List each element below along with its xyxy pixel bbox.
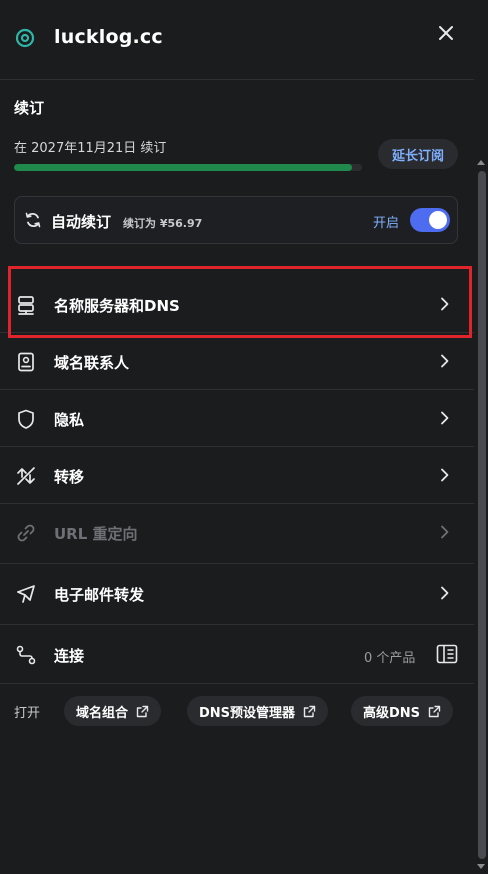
menu-item-label: 转移 [54, 468, 85, 486]
scrollbar-thumb[interactable] [478, 171, 486, 859]
server-icon [18, 296, 34, 315]
renewal-progress-fill [14, 164, 352, 171]
chip-label: DNS预设管理器 [199, 705, 296, 721]
shield-icon [18, 409, 34, 429]
site-title: lucklog.cc [54, 26, 163, 48]
side-panel-icon[interactable] [436, 644, 458, 664]
target-ring-icon [15, 28, 35, 48]
contact-book-icon [18, 352, 34, 372]
scroll-up-arrow-icon[interactable] [477, 160, 485, 165]
auto-renew-price: 续订为 ¥56.97 [123, 217, 203, 230]
renewal-date: 在 2027年11月21日 续订 [14, 141, 167, 156]
connected-products-count: 0 个产品 [364, 651, 416, 666]
auto-renew-label: 自动续订 [51, 213, 112, 231]
auto-renew-icon [25, 212, 41, 228]
menu-item-nameservers-dns[interactable]: 名称服务器和DNS [0, 276, 474, 333]
chevron-right-icon [441, 586, 449, 600]
auto-renew-toggle[interactable] [410, 208, 450, 232]
transfer-arrows-icon [17, 467, 35, 485]
open-links-label: 打开 [14, 706, 41, 721]
extend-subscription-button[interactable]: 延长订阅 [378, 139, 458, 169]
chip-label: 域名组合 [76, 705, 129, 721]
connect-icon [16, 645, 36, 665]
external-link-icon [428, 705, 441, 717]
menu-item-connect[interactable]: 连接 0 个产品 [0, 626, 474, 684]
menu-item-label: 域名联系人 [54, 354, 130, 372]
auto-renew-state: 开启 [373, 216, 400, 231]
menu-item-domain-contacts[interactable]: 域名联系人 [0, 333, 474, 390]
toggle-knob [429, 211, 447, 229]
menu-item-privacy[interactable]: 隐私 [0, 390, 474, 447]
chevron-right-icon [441, 468, 449, 482]
menu-item-label: 电子邮件转发 [54, 586, 145, 604]
renewal-section-title: 续订 [14, 99, 45, 117]
renewal-progress-bar [14, 164, 362, 171]
menu-item-url-redirect[interactable]: URL 重定向 [0, 504, 474, 564]
close-icon[interactable] [436, 23, 456, 43]
email-forward-icon [17, 585, 35, 603]
domain-portfolio-link[interactable]: 域名组合 [64, 696, 162, 726]
link-icon [17, 524, 35, 542]
menu-item-label: 名称服务器和DNS [54, 297, 180, 315]
chip-label: 高级DNS [363, 705, 421, 721]
header: lucklog.cc [0, 0, 474, 80]
dns-preset-manager-link[interactable]: DNS预设管理器 [187, 696, 329, 726]
chevron-right-icon [441, 411, 449, 425]
menu-item-label: 连接 [54, 647, 85, 665]
chevron-right-icon [441, 354, 449, 368]
external-link-icon [136, 705, 149, 717]
chevron-right-icon [441, 525, 449, 539]
menu-item-email-forwarding[interactable]: 电子邮件转发 [0, 565, 474, 625]
chevron-right-icon [441, 297, 449, 311]
advanced-dns-link[interactable]: 高级DNS [351, 696, 454, 726]
auto-renew-card: 自动续订 续订为 ¥56.97 开启 [14, 196, 458, 244]
menu-item-transfer[interactable]: 转移 [0, 447, 474, 504]
scroll-down-arrow-icon[interactable] [477, 864, 485, 869]
menu-item-label: URL 重定向 [54, 525, 138, 543]
external-link-icon [303, 705, 316, 717]
menu-item-label: 隐私 [54, 411, 85, 429]
